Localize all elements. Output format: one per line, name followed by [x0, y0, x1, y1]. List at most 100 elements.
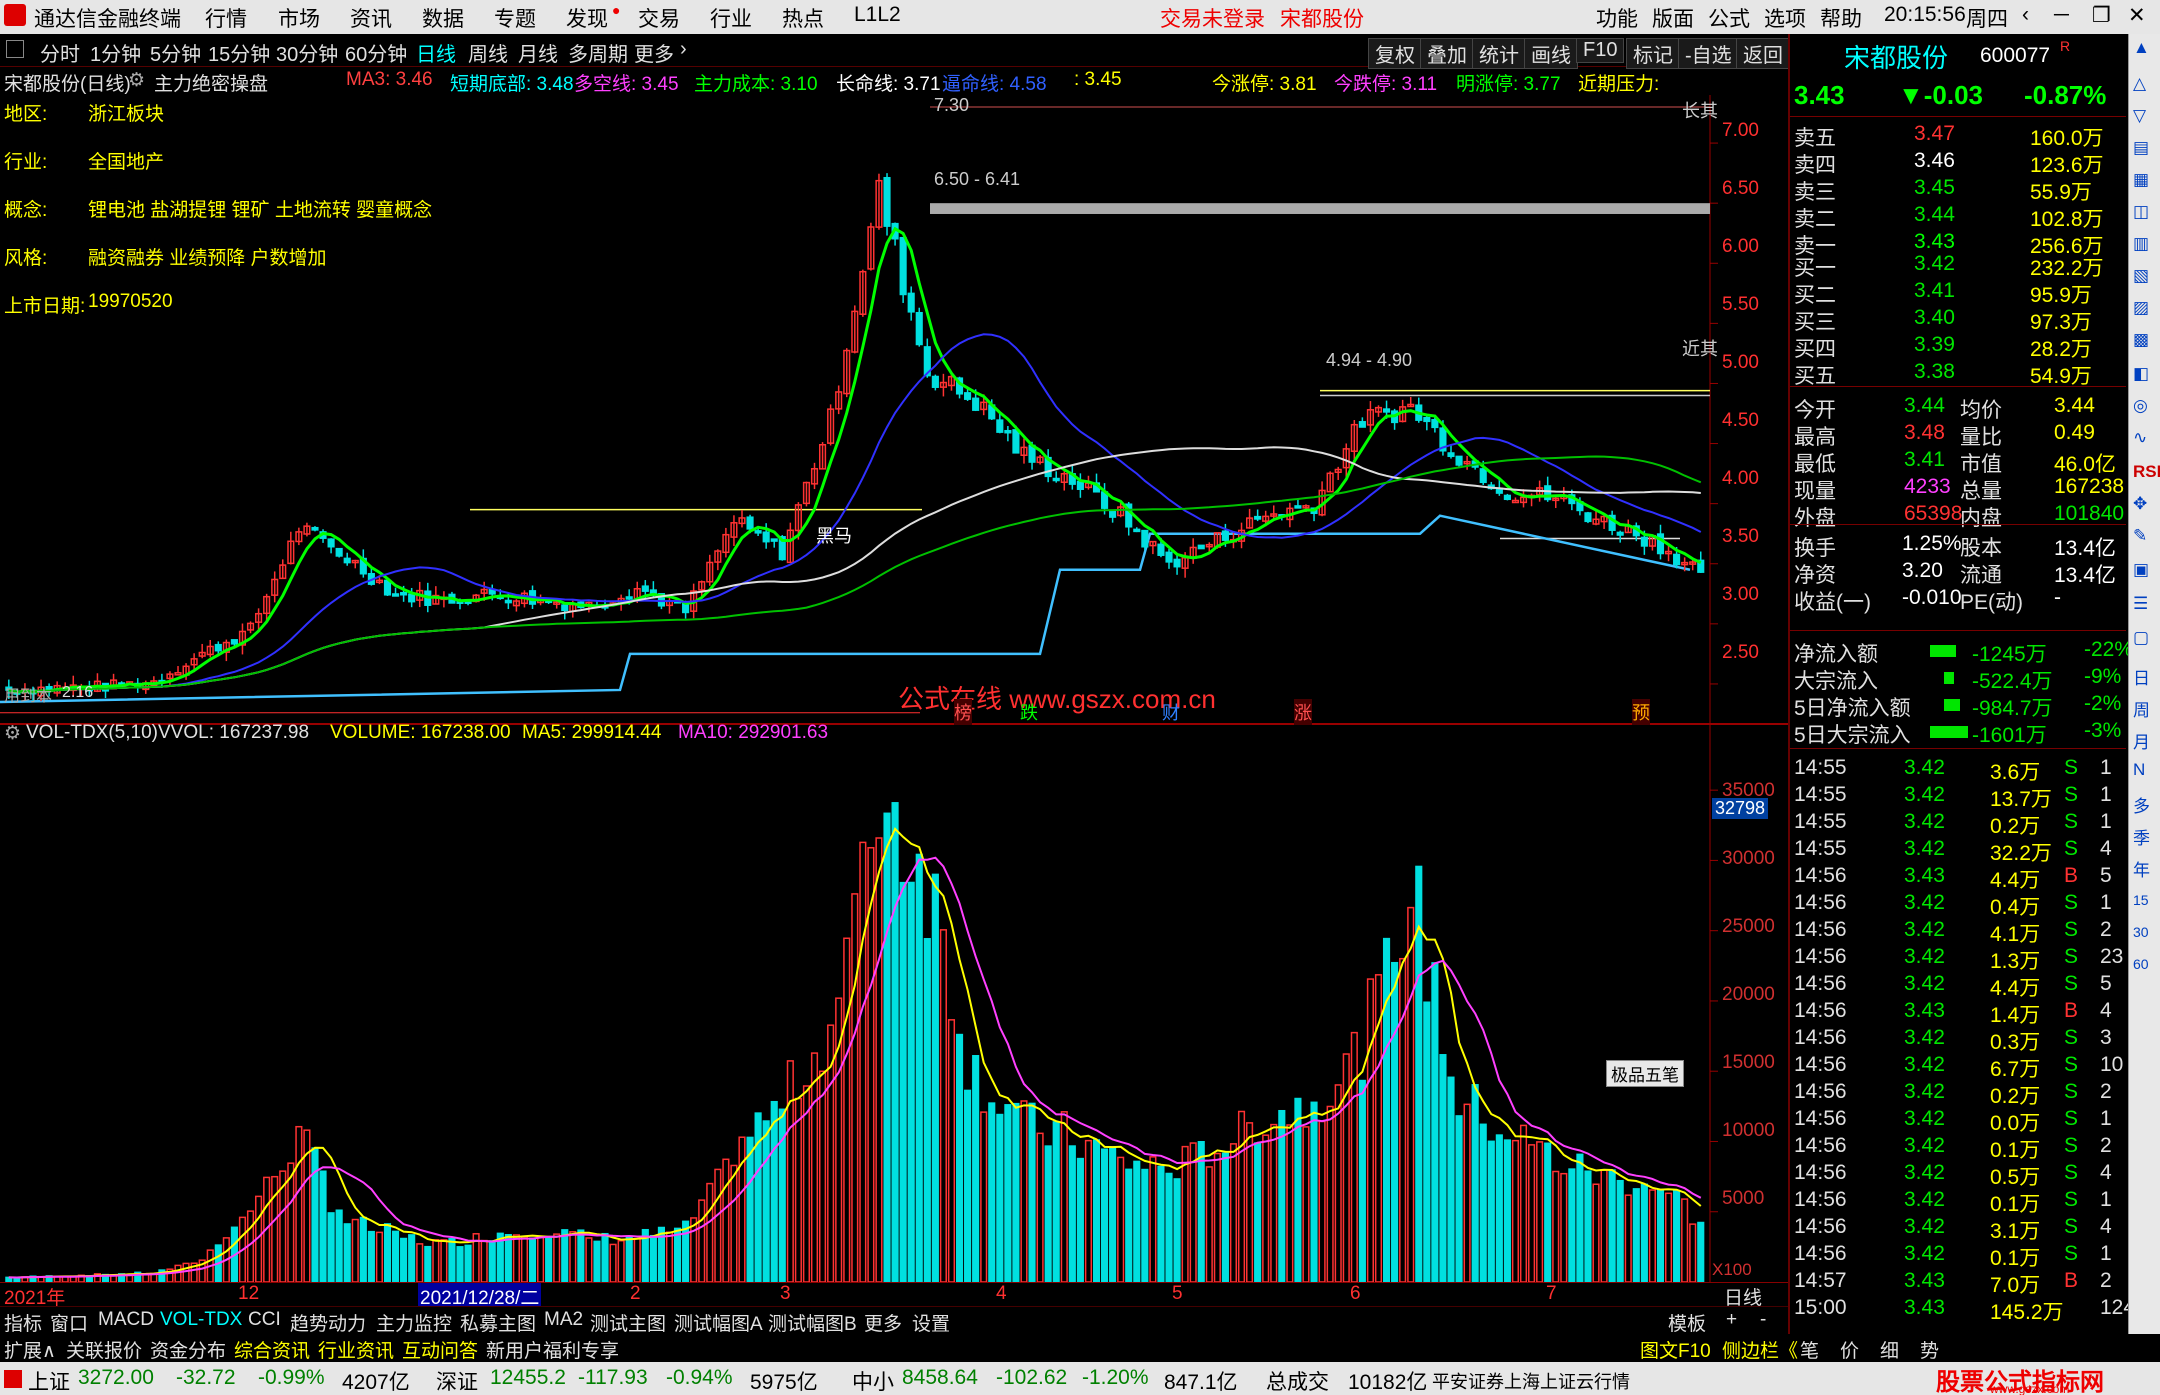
menu-item-hot[interactable]: 热点 — [782, 3, 824, 33]
tab-test-main[interactable]: 测试主图 — [590, 1309, 666, 1336]
period-tab-5min[interactable]: 5分钟 — [150, 38, 201, 67]
tab-cci[interactable]: CCI — [248, 1309, 281, 1331]
login-status-link[interactable]: 交易未登录 — [1160, 3, 1265, 33]
tool-button-watchlist[interactable]: -自选 — [1678, 38, 1739, 69]
zx-index-name[interactable]: 中小 — [852, 1366, 894, 1395]
tab-window[interactable]: 窗口 — [50, 1309, 88, 1336]
back-arrow-icon[interactable]: ‹ — [2022, 3, 2029, 27]
menu-item-industry[interactable]: 行业 — [710, 3, 752, 33]
tab-new-user-welfare[interactable]: 新用户福利专享 — [486, 1336, 619, 1363]
side-period-month[interactable]: 月 — [2133, 728, 2150, 753]
more-chevron-icon[interactable]: › — [680, 38, 687, 61]
tab-add[interactable]: + — [1726, 1309, 1737, 1331]
tool-button-stats[interactable]: 统计 — [1472, 38, 1526, 69]
tab-template[interactable]: 模板 — [1668, 1309, 1706, 1336]
menu-item-data[interactable]: 数据 — [422, 3, 464, 33]
side-line-icon[interactable]: ◫ — [2133, 202, 2149, 222]
side-period-week[interactable]: 周 — [2133, 696, 2150, 721]
side-chart-icon[interactable]: ▤ — [2133, 138, 2149, 158]
side-period-multi[interactable]: 多 — [2133, 792, 2150, 817]
tab-indicator[interactable]: 指标 — [4, 1309, 42, 1336]
side-move-icon[interactable]: ✥ — [2133, 494, 2147, 514]
side-f10-icon[interactable]: ▨ — [2133, 298, 2149, 318]
period-tab-multi[interactable]: 多周期 — [568, 38, 628, 67]
tool-button-f10[interactable]: F10 — [1576, 38, 1625, 63]
tab-qa[interactable]: 互动问答 — [402, 1336, 478, 1363]
side-grid-icon[interactable]: ▦ — [2133, 170, 2149, 190]
tab-remove[interactable]: - — [1760, 1309, 1766, 1331]
tool-button-rights[interactable]: 复权 — [1368, 38, 1422, 69]
period-tab-more[interactable]: 更多 — [634, 38, 674, 67]
side-compass-icon[interactable]: ◎ — [2133, 396, 2148, 416]
tab-vol-tdx[interactable]: VOL-TDX — [160, 1309, 242, 1331]
menu-item-function[interactable]: 功能 — [1596, 3, 1638, 33]
sz-index-name[interactable]: 深证 — [436, 1366, 478, 1395]
tab-graphic-f10[interactable]: 图文F10 — [1640, 1336, 1711, 1363]
menu-item-layout[interactable]: 版面 — [1652, 3, 1694, 33]
menu-item-quotes[interactable]: 行情 — [205, 3, 247, 33]
period-tab-monthly[interactable]: 月线 — [518, 38, 558, 67]
menu-item-options[interactable]: 选项 — [1764, 3, 1806, 33]
side-wave-icon[interactable]: ∿ — [2133, 428, 2147, 448]
tab-general-news[interactable]: 综合资讯 — [234, 1336, 310, 1363]
tab-private-main[interactable]: 私募主图 — [460, 1309, 536, 1336]
side-arrow-up-icon[interactable]: ▲ — [2133, 38, 2150, 58]
tool-button-overlay[interactable]: 叠加 — [1420, 38, 1474, 69]
tab-trend[interactable]: 势 — [1920, 1336, 1939, 1363]
menu-item-help[interactable]: 帮助 — [1820, 3, 1862, 33]
server-name[interactable]: 平安证券上海上证云行情 — [1432, 1368, 1630, 1394]
side-period-n[interactable]: N — [2133, 760, 2145, 780]
period-tab-30min[interactable]: 30分钟 — [276, 38, 338, 67]
side-fs-icon[interactable]: ▣ — [2133, 560, 2149, 580]
tab-pen[interactable]: 笔 — [1800, 1336, 1819, 1363]
period-tab-1min[interactable]: 1分钟 — [90, 38, 141, 67]
side-period-season[interactable]: 季 — [2133, 824, 2150, 849]
period-tab-60min[interactable]: 60分钟 — [345, 38, 407, 67]
side-period-15[interactable]: 15 — [2133, 892, 2149, 908]
tab-sidebar[interactable]: 侧边栏《 — [1722, 1336, 1798, 1363]
tab-expand[interactable]: 扩展∧ — [4, 1336, 56, 1363]
main-formula-name[interactable]: 主力绝密操盘 — [154, 69, 268, 96]
side-rsi-icon[interactable]: RSI — [2133, 462, 2160, 482]
tool-button-draw[interactable]: 画线 — [1524, 38, 1578, 69]
tab-test-sub-b[interactable]: 测试幅图B — [768, 1309, 857, 1336]
menu-item-topic[interactable]: 专题 — [494, 3, 536, 33]
side-period-60[interactable]: 60 — [2133, 956, 2149, 972]
period-tab-15min[interactable]: 15分钟 — [208, 38, 270, 67]
restore-icon[interactable]: ❐ — [2092, 3, 2111, 28]
period-tab-timeshare[interactable]: 分时 — [40, 38, 80, 67]
tab-test-sub-a[interactable]: 测试幅图A — [674, 1309, 763, 1336]
tab-industry-news[interactable]: 行业资讯 — [318, 1336, 394, 1363]
side-period-day[interactable]: 日 — [2133, 664, 2150, 689]
tab-trend-power[interactable]: 趋势动力 — [290, 1309, 366, 1336]
tab-related-quotes[interactable]: 关联报价 — [66, 1336, 142, 1363]
period-tab-weekly[interactable]: 周线 — [468, 38, 508, 67]
tab-main-monitor[interactable]: 主力监控 — [376, 1309, 452, 1336]
side-arrow-down-icon[interactable]: ▽ — [2133, 106, 2146, 126]
tab-settings[interactable]: 设置 — [912, 1309, 950, 1336]
vol-gear-icon[interactable]: ⚙ — [4, 722, 21, 745]
side-stat-icon[interactable]: ▩ — [2133, 330, 2149, 350]
tab-detail[interactable]: 细 — [1880, 1336, 1899, 1363]
vol-indicator-name[interactable]: VOL-TDX(5,10) — [26, 722, 158, 744]
tab-macd[interactable]: MACD — [98, 1309, 154, 1331]
tool-button-back[interactable]: 返回 — [1736, 38, 1790, 69]
side-arrow-up2-icon[interactable]: △ — [2133, 74, 2146, 94]
side-pen-icon[interactable]: ✎ — [2133, 526, 2147, 546]
tab-fund-distribution[interactable]: 资金分布 — [150, 1336, 226, 1363]
sh-index-name[interactable]: 上证 — [28, 1366, 70, 1395]
minimize-icon[interactable]: ─ — [2054, 3, 2069, 27]
side-compare-icon[interactable]: ◧ — [2133, 364, 2149, 384]
period-tab-daily[interactable]: 日线 — [416, 38, 456, 67]
menu-item-news[interactable]: 资讯 — [350, 3, 392, 33]
tool-button-mark[interactable]: 标记 — [1626, 38, 1680, 69]
side-period-30[interactable]: 30 — [2133, 924, 2149, 940]
menu-item-trade[interactable]: 交易 — [638, 3, 680, 33]
menu-item-formula[interactable]: 公式 — [1708, 3, 1750, 33]
side-period-year[interactable]: 年 — [2133, 856, 2150, 881]
close-icon[interactable]: ✕ — [2128, 3, 2146, 28]
menu-item-market[interactable]: 市场 — [278, 3, 320, 33]
side-kline-icon[interactable]: ▥ — [2133, 234, 2149, 254]
side-list-icon[interactable]: ☰ — [2133, 594, 2148, 614]
toggle-panel-icon[interactable] — [6, 40, 24, 58]
